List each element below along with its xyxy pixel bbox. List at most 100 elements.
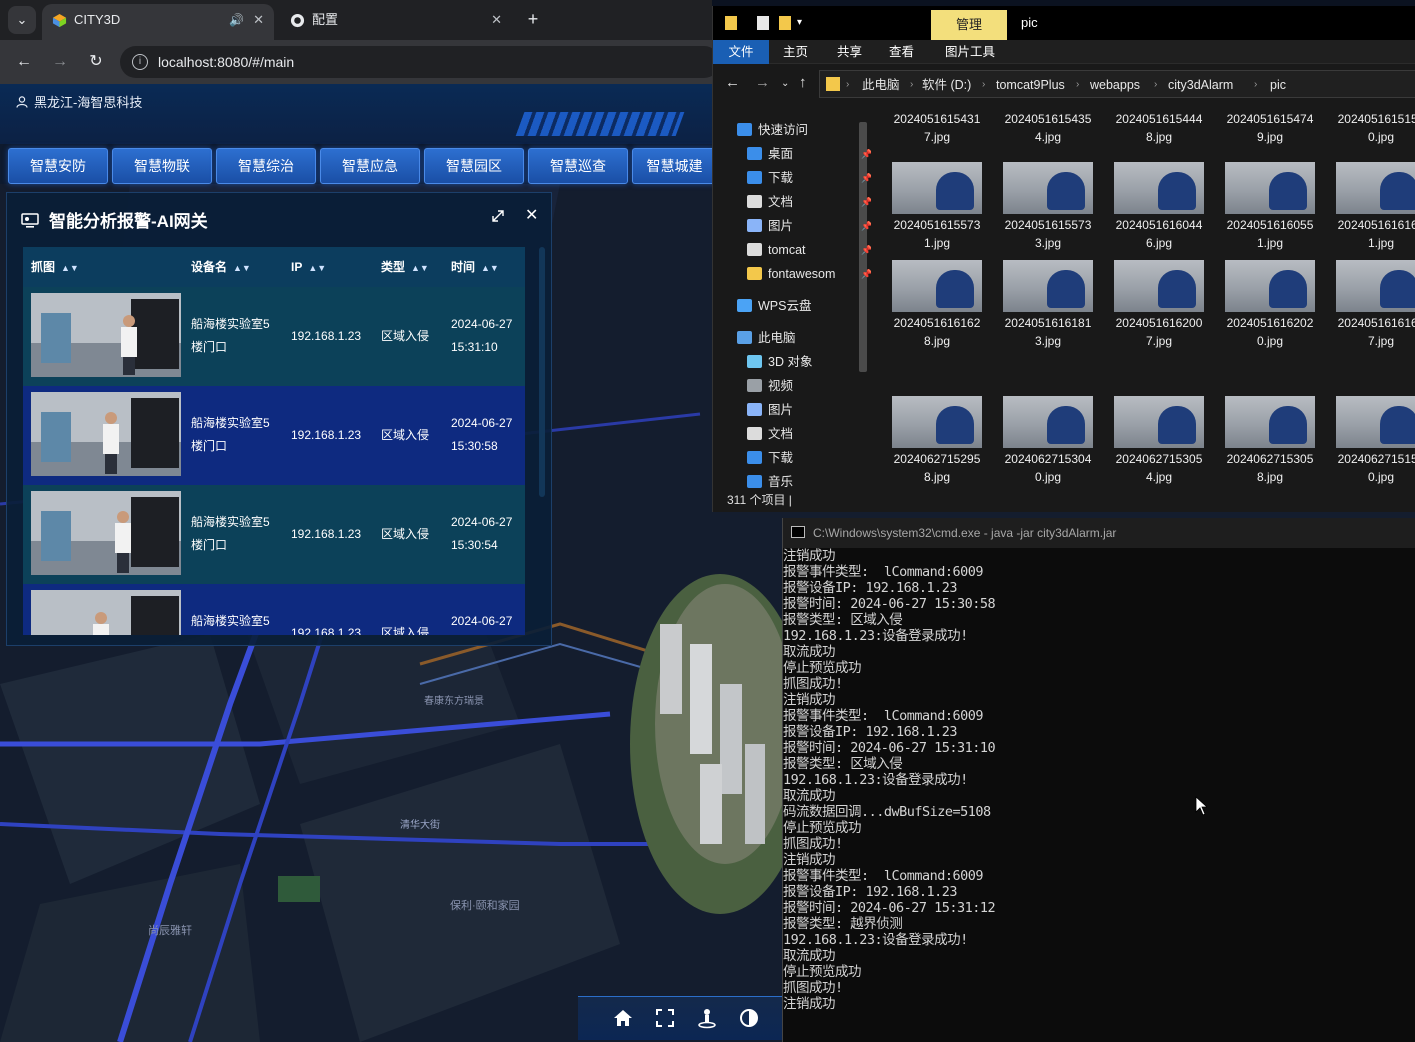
nav-tree-item[interactable]: 图片 📌	[747, 214, 871, 238]
tab-search-button[interactable]: ⌄	[8, 6, 36, 34]
sort-icon[interactable]: ▲▼	[233, 263, 251, 273]
nav-tree-item[interactable]: fontawesom 📌	[747, 262, 871, 286]
reload-icon[interactable]: ↻	[84, 50, 108, 74]
address-bar[interactable]: i localhost:8080/#/main	[120, 46, 720, 78]
close-tab-icon[interactable]: ✕	[491, 4, 502, 36]
breadcrumb-item[interactable]: 软件 (D:)	[922, 71, 971, 99]
file-item[interactable]: 2024051615573 1.jpg	[873, 162, 982, 258]
ribbon-share[interactable]: 共享	[837, 40, 862, 64]
breadcrumb-item[interactable]: tomcat9Plus	[996, 71, 1065, 99]
nav-emergency[interactable]: 智慧应急	[320, 148, 420, 184]
nav-tree-item[interactable]: 图片	[747, 398, 793, 422]
file-item[interactable]: 2024062715304 0.jpg	[984, 396, 1093, 488]
file-item[interactable]: 2024051616202 0.jpg	[1206, 260, 1315, 356]
close-tab-icon[interactable]: ✕	[253, 4, 264, 36]
breadcrumb-item[interactable]: pic	[1270, 71, 1286, 99]
back-arrow-icon[interactable]: ←	[725, 74, 740, 91]
nav-tree-item[interactable]: 视频	[747, 374, 793, 398]
contrast-icon[interactable]	[738, 1007, 760, 1029]
file-item[interactable]: 20240516161601.jpg	[1317, 162, 1415, 258]
nav-tree-item[interactable]: 音乐	[747, 470, 793, 488]
table-row[interactable]: 船海楼实验室5 楼门口 192.168.1.23 区域入侵 2024-06-27 1…	[23, 287, 525, 386]
table-row[interactable]: 船海楼实验室5 楼门口 192.168.1.23 区域入侵 2024-06-27 1…	[23, 485, 525, 584]
new-folder-icon[interactable]	[779, 16, 791, 30]
ribbon-file[interactable]: 文件	[713, 40, 769, 64]
pin-icon[interactable]: 📌	[861, 238, 871, 262]
tab-config[interactable]: 配置 ✕	[280, 4, 512, 40]
recent-dropdown-icon[interactable]: ⌄	[781, 78, 789, 89]
table-row[interactable]: 船海楼实验室5 楼门口 192.168.1.23 区域入侵 2024-06-27 1…	[23, 386, 525, 485]
forward-arrow-icon[interactable]: →	[755, 74, 770, 91]
nav-tree-item[interactable]: 3D 对象	[747, 350, 812, 374]
nav-tree-item[interactable]: tomcat 📌	[747, 238, 871, 262]
nav-tree-item[interactable]: 下载	[747, 446, 793, 470]
col-device[interactable]: 设备名 ▲▼	[191, 247, 251, 287]
nav-iot[interactable]: 智慧物联	[112, 148, 212, 184]
snapshot-image[interactable]	[31, 590, 181, 635]
nav-tree-item[interactable]: 文档	[747, 422, 793, 446]
pin-icon[interactable]: 📌	[861, 142, 871, 166]
file-item[interactable]: 2024051616162 8.jpg	[873, 260, 982, 356]
site-info-icon[interactable]: i	[132, 54, 148, 70]
breadcrumb-item[interactable]: webapps	[1090, 71, 1140, 99]
nav-tree-item[interactable]: 文档 📌	[747, 190, 871, 214]
nav-tree-item[interactable]: 下载 📌	[747, 166, 871, 190]
sort-icon[interactable]: ▲▼	[61, 263, 79, 273]
speaker-icon[interactable]: 🔊	[229, 4, 244, 36]
snapshot-image[interactable]	[31, 293, 181, 377]
cmd-output[interactable]: 注销成功 报警事件类型: lCommand:6009 报警设备IP: 192.168…	[783, 548, 1415, 1042]
col-time[interactable]: 时间 ▲▼	[451, 247, 499, 287]
file-item[interactable]: 2024062715305 8.jpg	[1206, 396, 1315, 488]
folder-icon[interactable]	[725, 16, 737, 30]
nav-construction[interactable]: 智慧城建	[632, 148, 716, 184]
fullscreen-icon[interactable]	[654, 1007, 676, 1029]
close-icon[interactable]: ✕	[525, 205, 538, 225]
nav-governance[interactable]: 智慧综治	[216, 148, 316, 184]
file-item[interactable]: 2024062715305 4.jpg	[1095, 396, 1204, 488]
breadcrumb-item[interactable]: city3dAlarm	[1168, 71, 1233, 99]
nav-tree-item[interactable]: 桌面 📌	[747, 142, 871, 166]
file-item[interactable]: 20240627151530.jpg	[1317, 396, 1415, 488]
back-arrow-icon[interactable]: ←	[12, 50, 36, 74]
ribbon-picture-tools[interactable]: 图片工具	[945, 40, 995, 64]
snapshot-image[interactable]	[31, 392, 181, 476]
person-location-icon[interactable]	[696, 1007, 718, 1029]
sort-icon[interactable]: ▲▼	[411, 263, 429, 273]
col-snapshot[interactable]: 抓图 ▲▼	[31, 247, 79, 287]
tab-city3d[interactable]: CITY3D 🔊 ✕	[42, 4, 274, 40]
sort-icon[interactable]: ▲▼	[481, 263, 499, 273]
table-row[interactable]: 船海楼实验室5 192.168.1.23 区域入侵 2024-06-27	[23, 584, 525, 635]
nav-security[interactable]: 智慧安防	[8, 148, 108, 184]
nav-patrol[interactable]: 智慧巡查	[528, 148, 628, 184]
file-item[interactable]: 2024051616181 3.jpg	[984, 260, 1093, 356]
up-arrow-icon[interactable]: ↑	[799, 74, 807, 91]
file-item[interactable]: 2024051616044 6.jpg	[1095, 162, 1204, 258]
ribbon-home[interactable]: 主页	[783, 40, 808, 64]
expand-icon[interactable]	[491, 209, 505, 223]
nav-park[interactable]: 智慧园区	[424, 148, 524, 184]
file-item[interactable]: 2024062715295 8.jpg	[873, 396, 982, 488]
home-icon[interactable]	[612, 1007, 634, 1029]
pin-icon[interactable]: 📌	[861, 214, 871, 238]
nav-tree-item[interactable]: WPS云盘	[737, 294, 811, 318]
forward-arrow-icon[interactable]: →	[48, 50, 72, 74]
properties-icon[interactable]	[757, 16, 769, 30]
file-item[interactable]: 2024051616055 1.jpg	[1206, 162, 1315, 258]
panel-scrollbar[interactable]	[539, 247, 545, 497]
pin-icon[interactable]: 📌	[861, 262, 871, 286]
explorer-address-bar[interactable]: › 此电脑 › 软件 (D:) › tomcat9Plus › webapps …	[819, 70, 1415, 98]
ribbon-view[interactable]: 查看	[889, 40, 914, 64]
pin-icon[interactable]: 📌	[861, 190, 871, 214]
col-ip[interactable]: IP ▲▼	[291, 247, 326, 287]
nav-tree-item[interactable]: 此电脑	[737, 326, 796, 350]
file-item[interactable]: 2024051615573 3.jpg	[984, 162, 1093, 258]
file-item[interactable]: 2024051616200 7.jpg	[1095, 260, 1204, 356]
manage-tab[interactable]: 管理	[931, 10, 1007, 40]
breadcrumb-item[interactable]: 此电脑	[862, 71, 900, 99]
snapshot-image[interactable]	[31, 491, 181, 575]
sort-icon[interactable]: ▲▼	[308, 263, 326, 273]
new-tab-button[interactable]: +	[522, 6, 544, 32]
customize-dropdown-icon[interactable]: ▾	[797, 16, 807, 30]
pin-icon[interactable]: 📌	[861, 166, 871, 190]
file-item[interactable]: 20240516161627.jpg	[1317, 260, 1415, 356]
